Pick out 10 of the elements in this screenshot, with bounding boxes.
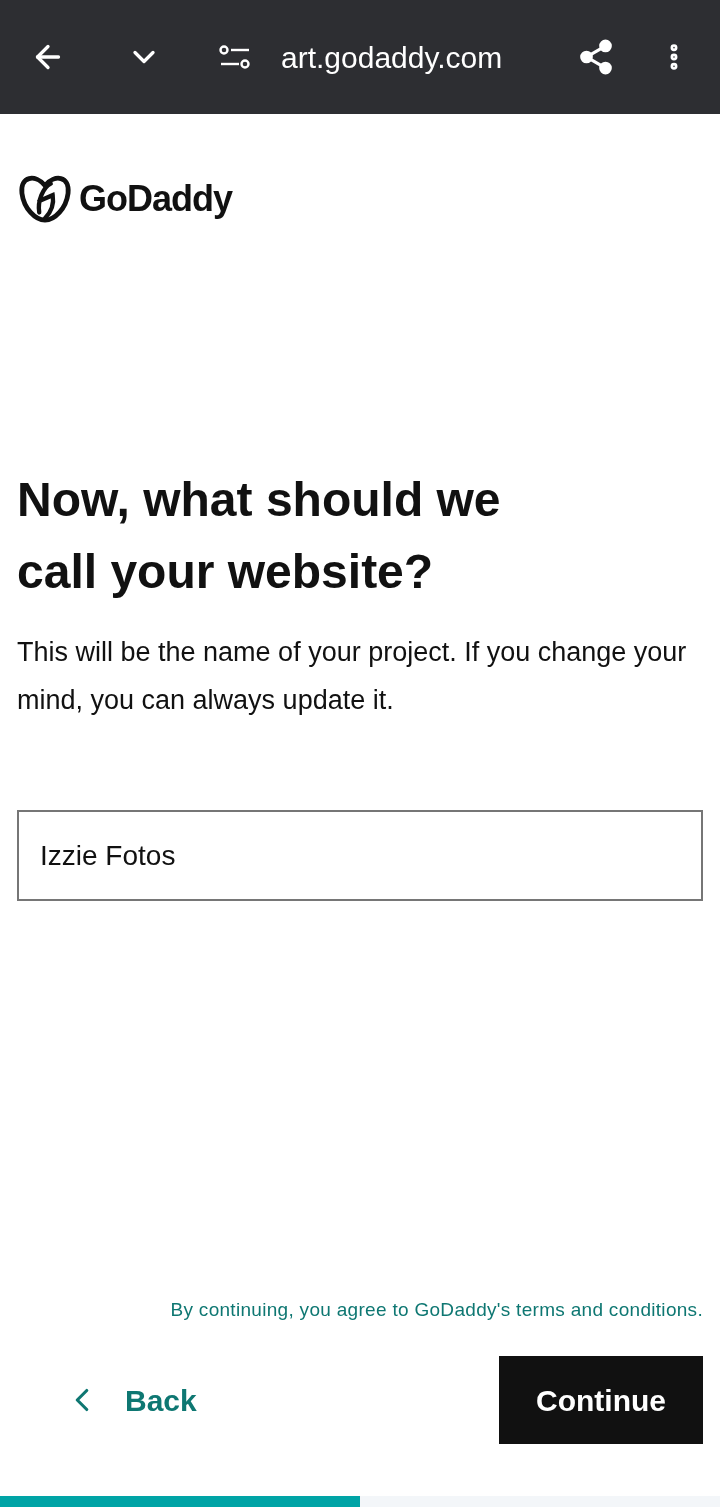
terms-text: By continuing, you agree to GoDaddy's terms and conditions. (170, 1297, 703, 1322)
page-heading: Now, what should we call your website? (17, 472, 502, 600)
back-button[interactable]: Back (17, 1377, 197, 1423)
logo-text: GoDaddy (79, 177, 232, 221)
url-text[interactable]: art.godaddy.com (281, 34, 503, 80)
logo-icon (17, 174, 73, 224)
continue-button[interactable]: Continue (499, 1356, 703, 1444)
description-text: This will be the name of your project. If you change your mind, you can always update it. (17, 636, 688, 717)
tune-icon[interactable] (219, 45, 251, 69)
website-name-field[interactable]: Izzie Fotos (17, 810, 703, 901)
